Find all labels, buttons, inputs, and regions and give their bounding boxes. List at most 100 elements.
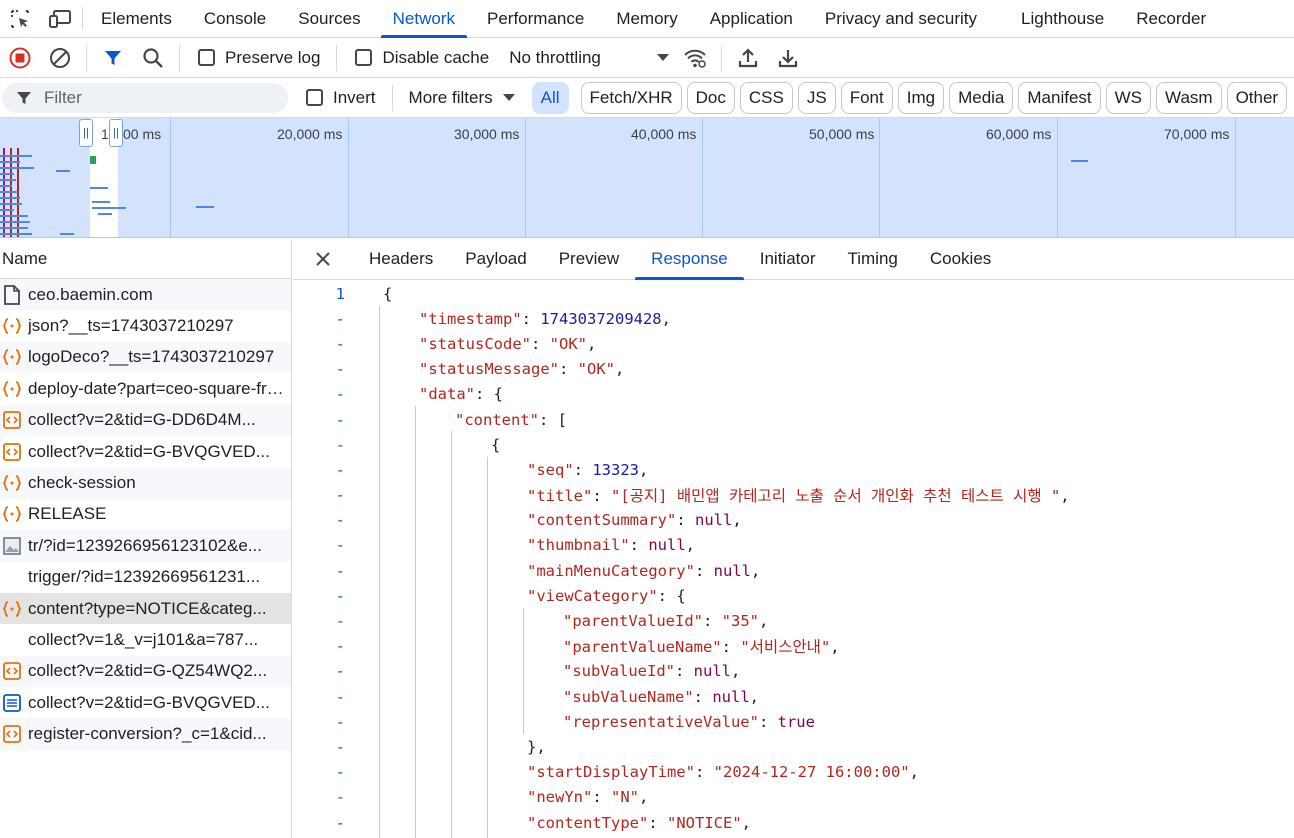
- code-text: "parentValueId": "35",: [563, 612, 768, 630]
- json-value: null: [712, 687, 750, 706]
- response-code-view[interactable]: 1{- "timestamp": 1743037209428, - "statusCo…: [293, 281, 1294, 838]
- request-row[interactable]: check-session: [0, 467, 291, 499]
- filter-chip-font[interactable]: Font: [840, 81, 893, 114]
- request-row[interactable]: tr/?id=1239266956123102&e...: [0, 530, 291, 562]
- json-key: "contentType": [527, 813, 649, 832]
- request-detail-panel: Headers Payload Preview Response Initiator Ti…: [293, 239, 1294, 838]
- separator: [391, 84, 393, 111]
- disable-cache-checkbox[interactable]: Disable cache: [355, 48, 489, 68]
- tab-console[interactable]: Console: [188, 0, 282, 37]
- request-row[interactable]: RELEASE: [0, 499, 291, 530]
- request-row[interactable]: collect?v=1&_v=j101&a=787...: [0, 624, 291, 655]
- export-har-icon[interactable]: [768, 38, 808, 78]
- checkbox-box[interactable]: [198, 49, 215, 66]
- tab-network[interactable]: Network: [377, 0, 471, 38]
- tab-response[interactable]: Response: [635, 239, 744, 280]
- request-row[interactable]: trigger/?id=12392669561231...: [0, 562, 291, 593]
- json-punct: ,: [639, 788, 649, 807]
- line-number: -: [335, 662, 345, 681]
- request-row[interactable]: json?__ts=1743037210297: [0, 310, 291, 341]
- json-punct: ,: [758, 612, 769, 631]
- filter-chip-manifest[interactable]: Manifest: [1018, 81, 1101, 114]
- filter-chip-all[interactable]: All: [531, 81, 569, 114]
- network-conditions-icon[interactable]: [675, 38, 715, 78]
- checkbox-box[interactable]: [306, 89, 323, 106]
- json-punct: ,: [830, 638, 840, 657]
- throttling-select[interactable]: No throttling: [509, 48, 670, 68]
- tab-cookies[interactable]: Cookies: [914, 239, 1007, 279]
- separator: [721, 44, 723, 71]
- import-har-icon[interactable]: [728, 38, 768, 78]
- filter-chip-ws[interactable]: WS: [1105, 81, 1152, 114]
- json-key: "representativeValue": [563, 712, 759, 731]
- tab-lighthouse[interactable]: Lighthouse: [1005, 0, 1120, 37]
- code-text: },: [527, 738, 546, 756]
- json-key: "statusCode": [419, 334, 531, 353]
- preserve-log-checkbox[interactable]: Preserve log: [198, 48, 320, 68]
- request-row[interactable]: collect?v=2&tid=G-BVQGVED...: [0, 687, 291, 718]
- json-punct: :: [558, 360, 578, 379]
- json-punct: :: [694, 561, 714, 580]
- clear-icon[interactable]: [40, 38, 80, 78]
- filter-chip-img[interactable]: Img: [897, 81, 945, 114]
- json-value: "2024-12-27 16:00:00": [713, 763, 910, 782]
- code-line: - "viewCategory": {: [293, 583, 1294, 608]
- request-row[interactable]: register-conversion?_c=1&cid...: [0, 718, 291, 750]
- tab-payload[interactable]: Payload: [449, 239, 542, 279]
- request-row[interactable]: logoDeco?__ts=1743037210297: [0, 341, 291, 374]
- tab-preview[interactable]: Preview: [543, 239, 635, 279]
- filter-chip-css[interactable]: CSS: [739, 81, 793, 114]
- filter-chip-other[interactable]: Other: [1226, 81, 1288, 114]
- network-toolbar: Preserve log Disable cache No throttling: [0, 38, 1294, 78]
- json-value: null: [713, 561, 751, 580]
- stop-recording-button[interactable]: [0, 38, 40, 78]
- request-name: collect?v=2&tid=G-BVQGVED...: [28, 692, 270, 712]
- device-toolbar-icon[interactable]: [40, 0, 80, 37]
- request-row[interactable]: collect?v=2&tid=G-BVQGVED...: [0, 436, 291, 467]
- json-key: "parentValueName": [563, 638, 722, 657]
- line-number: -: [335, 410, 345, 429]
- filter-chip-doc[interactable]: Doc: [686, 81, 735, 114]
- inspect-element-icon[interactable]: [0, 0, 40, 37]
- tab-sources[interactable]: Sources: [282, 0, 376, 37]
- request-row[interactable]: ceo.baemin.com: [0, 279, 291, 311]
- code-line: -},: [293, 734, 1294, 759]
- close-icon[interactable]: [293, 239, 353, 279]
- line-number: -: [335, 586, 345, 605]
- code-line: - "mainMenuCategory": null,: [293, 558, 1294, 583]
- filter-chip-wasm[interactable]: Wasm: [1156, 81, 1222, 114]
- tab-recorder[interactable]: Recorder: [1120, 0, 1222, 37]
- request-row[interactable]: deploy-date?part=ceo-square-front: [0, 373, 291, 404]
- json-punct: :: [592, 788, 611, 807]
- request-row[interactable]: content?type=NOTICE&categ...: [0, 592, 291, 625]
- name-column-header[interactable]: Name: [0, 239, 291, 279]
- tab-initiator[interactable]: Initiator: [744, 239, 832, 279]
- tab-memory[interactable]: Memory: [600, 0, 693, 37]
- tab-privacy-and-security[interactable]: Privacy and security: [809, 0, 993, 37]
- filter-input[interactable]: Filter: [2, 82, 288, 113]
- tab-performance[interactable]: Performance: [471, 0, 600, 37]
- fetch-icon: [2, 316, 22, 336]
- json-punct: ,: [639, 460, 649, 479]
- request-row[interactable]: collect?v=2&tid=G-QZ54WQ2...: [0, 655, 291, 688]
- line-number: -: [335, 511, 345, 530]
- search-icon[interactable]: [133, 38, 173, 78]
- tab-headers[interactable]: Headers: [353, 239, 449, 279]
- request-row[interactable]: collect?v=2&tid=G-DD6D4M...: [0, 404, 291, 436]
- tab-elements[interactable]: Elements: [85, 0, 188, 37]
- tab-application[interactable]: Application: [694, 0, 809, 37]
- json-punct: ,: [909, 763, 919, 782]
- filter-chip-js[interactable]: JS: [797, 81, 836, 114]
- more-filters-dropdown[interactable]: More filters: [409, 88, 515, 108]
- line-number: -: [335, 763, 345, 782]
- checkbox-box[interactable]: [355, 49, 373, 66]
- invert-checkbox[interactable]: Invert: [306, 88, 376, 108]
- network-overview-timeline[interactable]: 1 00 ms 20,000 ms 30,000 ms 40,000 ms 50…: [0, 118, 1294, 238]
- filter-chip-fetch-xhr[interactable]: Fetch/XHR: [580, 81, 682, 114]
- tab-timing[interactable]: Timing: [831, 239, 913, 279]
- filter-chip-media[interactable]: Media: [949, 81, 1014, 114]
- json-punct: :: [676, 511, 695, 530]
- filter-funnel-icon[interactable]: [93, 38, 133, 78]
- json-punct: : [: [539, 410, 567, 429]
- json-punct: :: [648, 813, 667, 832]
